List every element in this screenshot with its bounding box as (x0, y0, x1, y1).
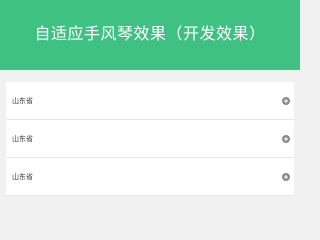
page-title: 自适应手风琴效果（开发效果） (34, 24, 266, 43)
accordion-list: 山东省 山东省 山东省 (6, 82, 294, 196)
plus-circle-icon[interactable] (282, 134, 290, 143)
plus-circle-icon[interactable] (282, 172, 290, 181)
accordion-item[interactable]: 山东省 (6, 158, 294, 196)
accordion-item-label: 山东省 (12, 172, 33, 181)
plus-circle-icon[interactable] (282, 96, 290, 105)
accordion-item-label: 山东省 (12, 96, 33, 105)
page-header: 自适应手风琴效果（开发效果） (0, 0, 300, 70)
accordion-item[interactable]: 山东省 (6, 82, 294, 120)
accordion-item-label: 山东省 (12, 134, 33, 143)
accordion-item[interactable]: 山东省 (6, 120, 294, 158)
